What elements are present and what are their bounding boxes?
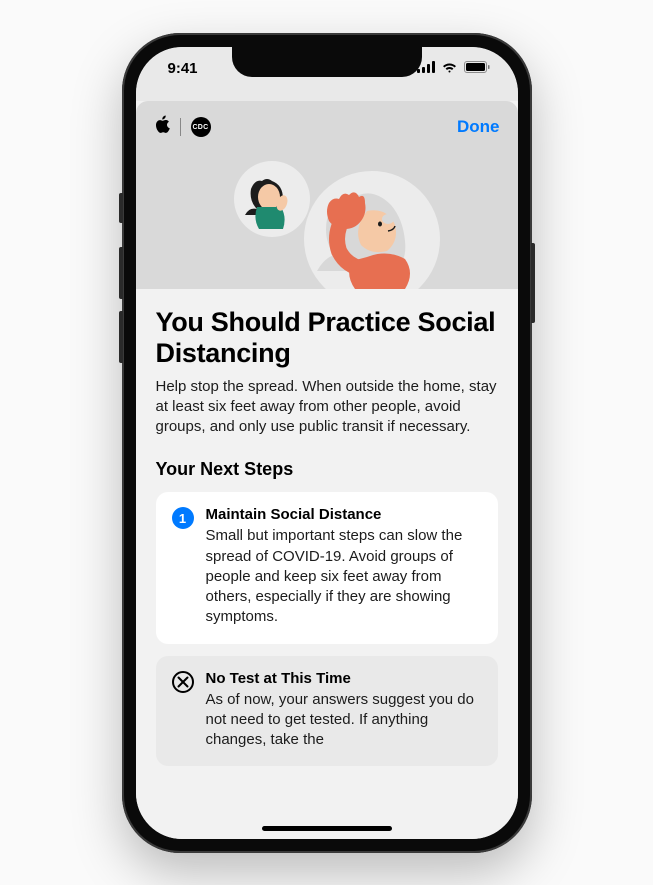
step-description: Small but important steps can slow the s… [206,526,482,627]
brand-logos: CDC [154,115,211,140]
logo-divider [180,118,181,136]
sheet-hero-header: CDC Done [136,101,518,289]
phone-device-frame: 9:41 [122,33,532,853]
hero-illustration [187,149,467,289]
page-title: You Should Practice Social Distancing [156,307,498,369]
step-description: As of now, your answers suggest you do n… [206,690,482,751]
step-card-maintain-distance[interactable]: 1 Maintain Social Distance Small but imp… [156,492,498,643]
phone-screen: 9:41 [136,47,518,839]
phone-notch [232,47,422,77]
step-number-badge: 1 [172,507,194,529]
phone-power-button [531,243,535,323]
sheet-body: You Should Practice Social Distancing He… [136,289,518,797]
battery-icon [464,60,490,77]
page-description: Help stop the spread. When outside the h… [156,377,498,438]
home-indicator[interactable] [262,826,392,831]
step-card-no-test[interactable]: No Test at This Time As of now, your ans… [156,656,498,767]
modal-sheet: CDC Done [136,101,518,839]
status-time: 9:41 [168,60,198,77]
phone-side-buttons [119,193,123,375]
wifi-icon [441,60,458,77]
step-title: Maintain Social Distance [206,506,482,523]
apple-logo-icon [154,115,170,140]
done-button[interactable]: Done [457,117,500,137]
cancel-circle-icon [172,671,194,693]
cdc-logo-icon: CDC [191,117,211,137]
step-title: No Test at This Time [206,670,482,687]
next-steps-heading: Your Next Steps [156,459,498,480]
